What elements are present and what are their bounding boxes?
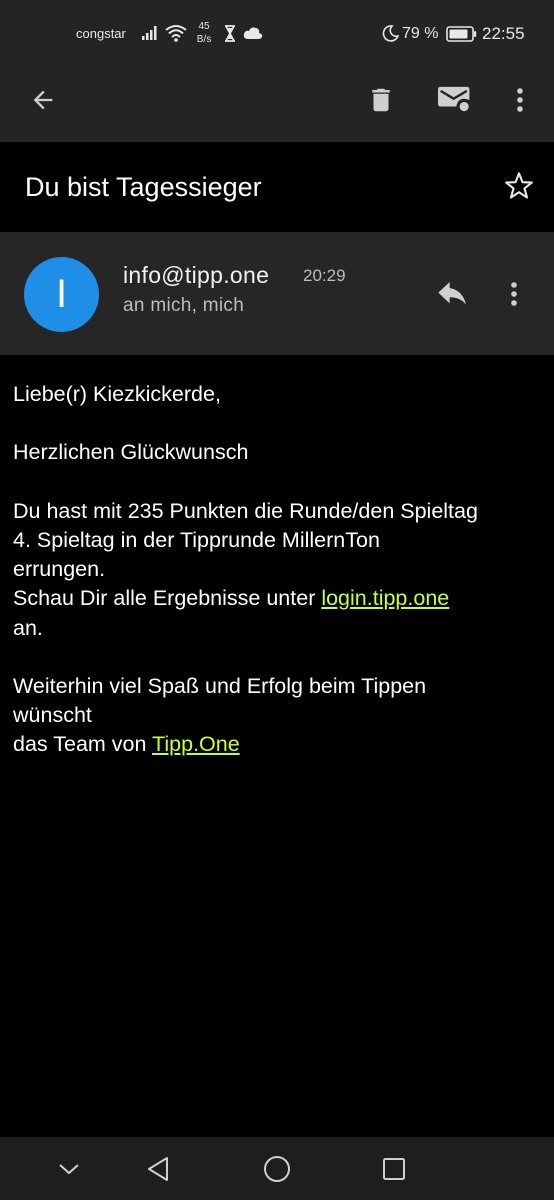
star-button[interactable] (503, 170, 535, 207)
cloud-icon (243, 26, 263, 43)
nav-recents-button[interactable] (378, 1153, 410, 1185)
nav-collapse-button[interactable] (53, 1153, 85, 1185)
trash-icon (372, 88, 390, 112)
more-options-button[interactable] (502, 82, 538, 118)
mark-unread-button[interactable] (437, 82, 473, 118)
delete-button[interactable] (363, 82, 399, 118)
speed-value: 45 (198, 21, 210, 32)
body-line-4: Schau Dir alle Ergebnisse unter login.ti… (13, 584, 548, 613)
network-speed: 45 B/s (193, 20, 215, 46)
body-line-1: Du hast mit 235 Punkten die Runde/den Sp… (13, 498, 478, 523)
mark-unread-icon (438, 86, 470, 112)
hourglass-icon (224, 25, 236, 45)
carrier-label: congstar (76, 26, 126, 41)
email-body: Liebe(r) Kiezkickerde, Herzlichen Glückw… (13, 380, 548, 760)
reply-button[interactable] (437, 280, 469, 313)
body-line-5: an. (13, 615, 43, 640)
back-button[interactable] (25, 82, 61, 118)
navigation-bar (0, 1137, 554, 1200)
circle-home-icon (264, 1156, 290, 1182)
body-line-7: wünscht (13, 703, 92, 728)
body-line-8: das Team von Tipp.One (13, 730, 548, 759)
body-line-4-text: Schau Dir alle Ergebnisse unter (13, 586, 322, 611)
nav-back-button[interactable] (142, 1153, 174, 1185)
body-line-3: errungen. (13, 557, 106, 582)
battery-icon (446, 26, 477, 45)
status-bar: congstar 45 B/s 79 % 22:55 (0, 0, 554, 68)
avatar[interactable]: I (24, 257, 99, 332)
congrats-line: Herzlichen Glückwunsch (13, 440, 249, 465)
login-link[interactable]: login.tipp.one (321, 586, 449, 610)
greeting: Liebe(r) Kiezkickerde, (13, 382, 221, 406)
subject-bar: Du bist Tagessieger (0, 142, 554, 232)
reply-icon (438, 282, 467, 305)
sender-header[interactable]: I info@tipp.one 20:29 an mich, mich (0, 232, 554, 355)
top-area: congstar 45 B/s 79 % 22:55 (0, 0, 554, 142)
body-line-2: 4. Spieltag in der Tipprunde MillernTon (13, 527, 380, 552)
more-vert-icon (517, 88, 523, 112)
toolbar (0, 68, 554, 132)
body-line-8-text: das Team von (13, 732, 153, 757)
email-subject: Du bist Tagessieger (25, 172, 262, 202)
more-vert-icon (511, 282, 517, 306)
speed-unit: B/s (196, 34, 212, 45)
back-arrow-icon (33, 90, 53, 110)
star-icon (505, 172, 533, 199)
clock: 22:55 (482, 24, 525, 43)
recipients[interactable]: an mich, mich (123, 295, 244, 317)
square-recents-icon (383, 1158, 405, 1180)
wifi-icon (165, 24, 187, 45)
body-line-6: Weiterhin viel Spaß und Erfolg beim Tipp… (13, 673, 427, 698)
triangle-back-icon (148, 1157, 168, 1181)
signal-icon (141, 25, 159, 44)
battery-percent: 79 % (402, 25, 439, 42)
sender-address: info@tipp.one (123, 262, 270, 288)
email-time: 20:29 (303, 266, 346, 285)
moon-icon (382, 25, 400, 45)
tipp-one-link[interactable]: Tipp.One (152, 732, 240, 756)
message-more-button[interactable] (510, 281, 518, 312)
nav-home-button[interactable] (261, 1153, 293, 1185)
chevron-down-icon (59, 1164, 79, 1175)
